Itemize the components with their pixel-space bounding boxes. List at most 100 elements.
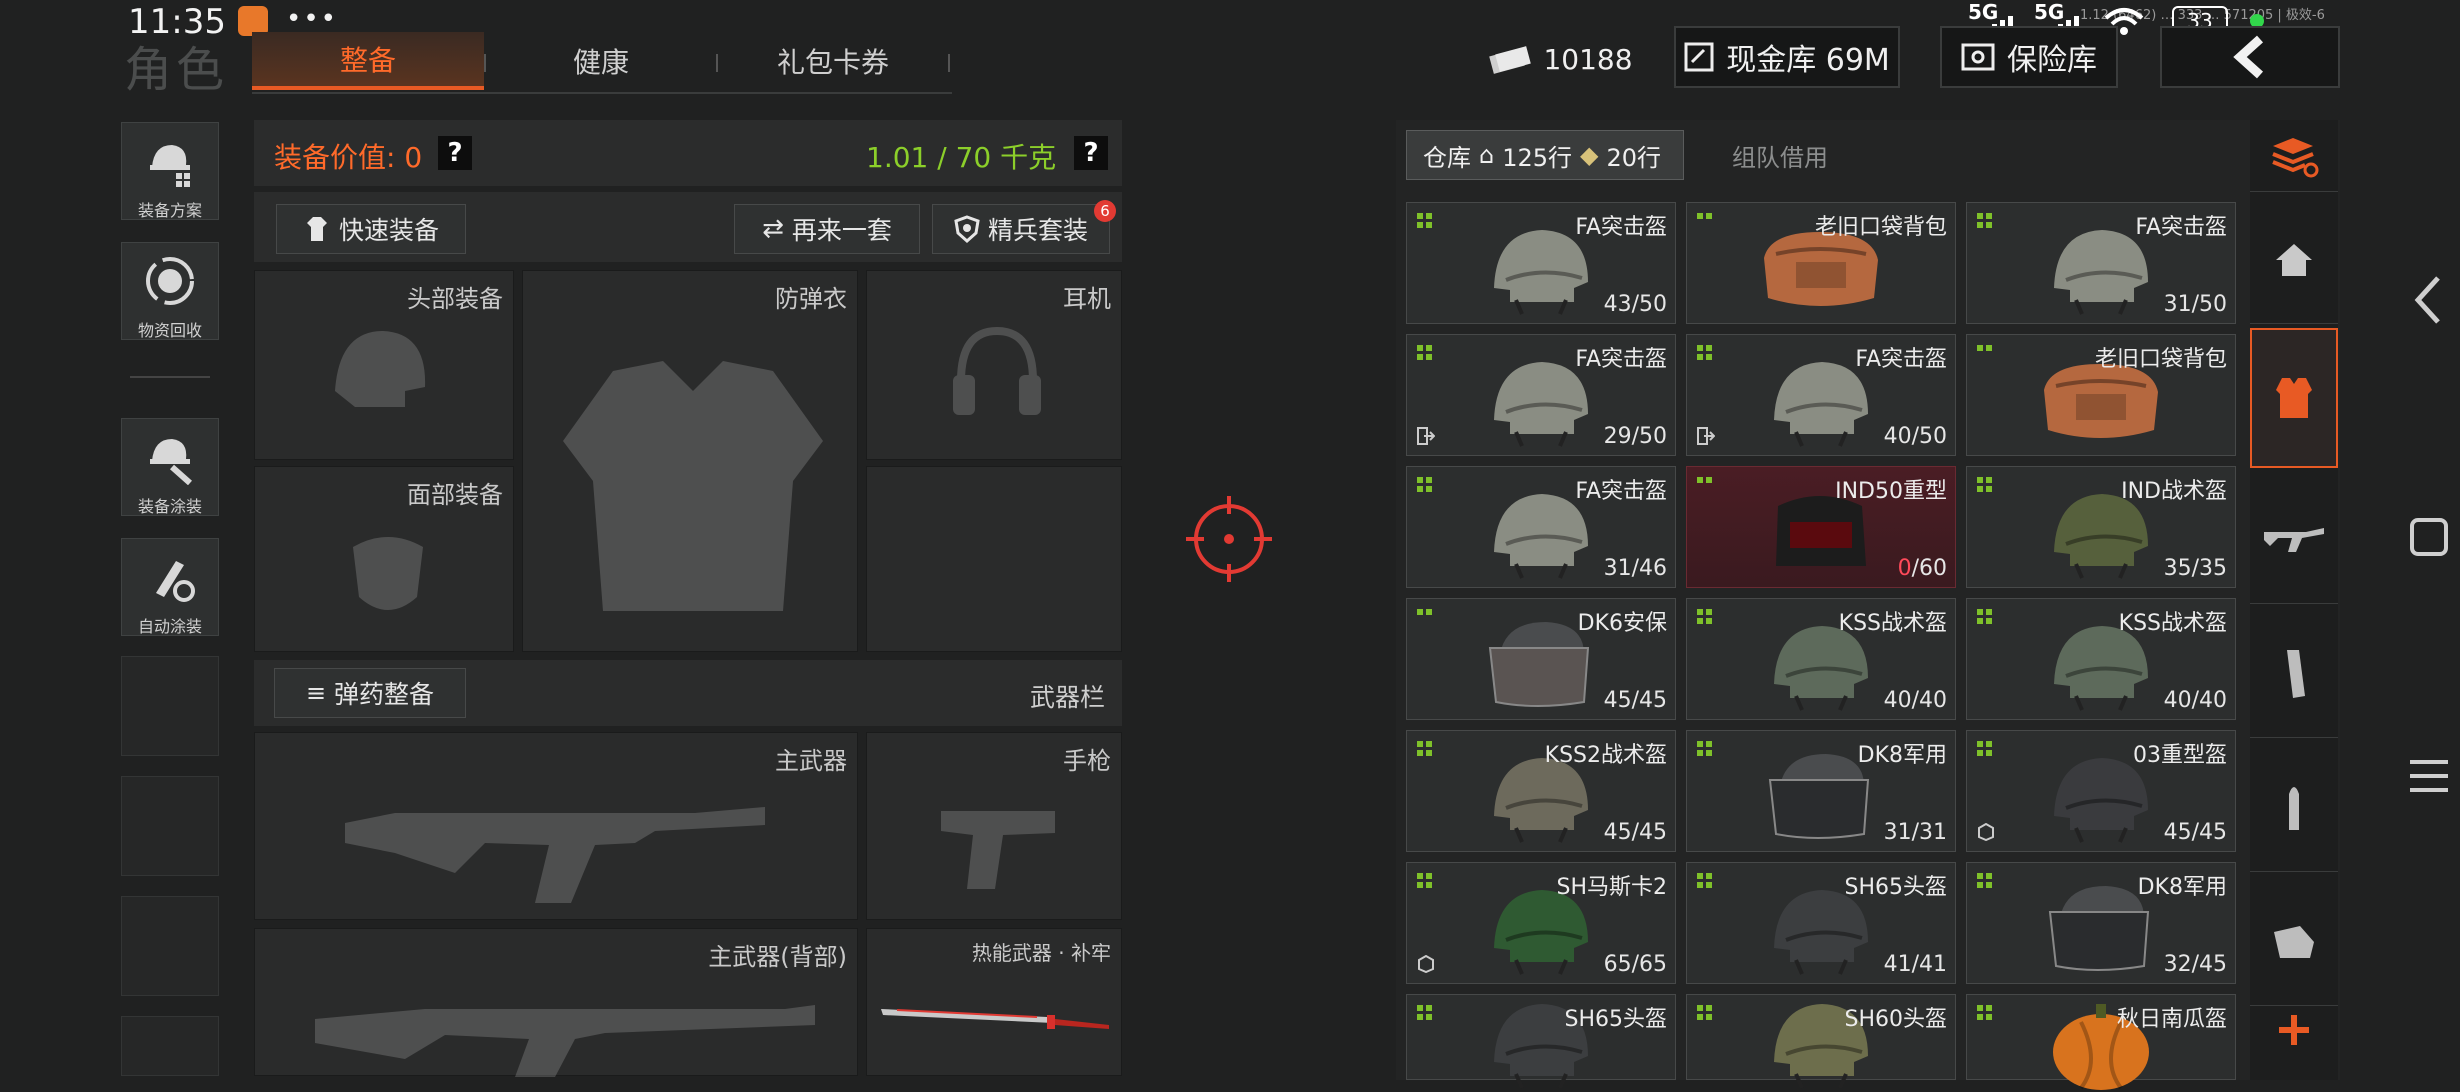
headset-label: 耳机 (1063, 285, 1111, 313)
warehouse-item[interactable]: KSS战术盔 40/40 (1966, 598, 2236, 720)
gas-mask-silhouette-icon (353, 537, 423, 610)
warehouse-item[interactable]: 老旧口袋背包 (1686, 202, 1956, 324)
tab-weapons[interactable] (2250, 476, 2338, 604)
head-gear-slot[interactable]: 头部装备 (254, 270, 514, 460)
item-size-icon (1417, 477, 1433, 493)
back-weapon-slot[interactable]: 主武器(背部) (254, 928, 858, 1077)
item-name: FA突击盔 (1855, 347, 1947, 372)
item-name: DK6安保 (1577, 611, 1667, 636)
tab-health[interactable]: 健康 (486, 32, 716, 90)
nav-paint-label: 装备涂装 (137, 497, 202, 516)
warehouse-item[interactable]: SH60头盔 (1686, 994, 1956, 1089)
item-durability: 65/65 (1603, 952, 1667, 977)
tab-equipment[interactable]: 整备 (252, 32, 484, 90)
item-size-icon (1977, 345, 1993, 361)
warehouse-tab[interactable]: 仓库 ⌂ 125行 ◆ 20行 (1406, 130, 1684, 180)
melee-weapon-slot[interactable]: 热能武器 · 补牢 (866, 928, 1122, 1076)
warehouse-item[interactable]: KSS2战术盔 45/45 (1406, 730, 1676, 852)
ammo-equip-button[interactable]: ≡ 弹药整备 (274, 668, 466, 718)
warehouse-item[interactable]: IND50重型 0/60 (1686, 466, 1956, 588)
item-size-icon (1697, 609, 1713, 625)
warehouse-item[interactable]: 老旧口袋背包 (1966, 334, 2236, 456)
ammo-icon: ≡ (305, 679, 327, 707)
item-name: 秋日南瓜盔 (2116, 1007, 2227, 1032)
warehouse-item[interactable]: SH马斯卡2 65/65 (1406, 862, 1676, 984)
primary-weapon-slot[interactable]: 主武器 (254, 732, 858, 920)
item-size-icon (1977, 477, 1993, 493)
tab-all-items[interactable] (2250, 196, 2338, 324)
warehouse-item[interactable]: DK6安保 45/45 (1406, 598, 1676, 720)
warehouse-item[interactable]: FA突击盔 31/46 (1406, 466, 1676, 588)
body-armor-slot[interactable]: 防弹衣 (522, 270, 858, 652)
equip-again-label: 再来一套 (791, 216, 892, 245)
tab-ammo[interactable] (2250, 744, 2338, 872)
weight-help-button[interactable]: ? (1074, 136, 1108, 170)
elite-set-badge: 6 (1094, 200, 1116, 222)
back-weapon-label: 主武器(背部) (708, 943, 847, 971)
item-name: SH65头盔 (1844, 875, 1947, 900)
warehouse-item[interactable]: IND战术盔 35/35 (1966, 466, 2236, 588)
elite-set-button[interactable]: 精兵套装 (932, 204, 1110, 254)
tab-divider (948, 54, 950, 72)
system-home-icon[interactable] (2410, 518, 2448, 556)
headset-slot[interactable]: 耳机 (866, 270, 1122, 460)
item-size-icon (1417, 345, 1433, 361)
cash-vault-icon (1684, 42, 1714, 72)
warehouse-item[interactable]: DK8军用 31/31 (1686, 730, 1956, 852)
face-gear-slot[interactable]: 面部装备 (254, 466, 514, 652)
system-menu-icon[interactable] (2408, 756, 2450, 796)
add-tab[interactable] (2250, 990, 2338, 1070)
tab-gift-cards[interactable]: 礼包卡券 (718, 32, 948, 90)
header-underline (252, 92, 952, 94)
box-icon (1417, 954, 1435, 974)
item-durability: 29/50 (1603, 424, 1667, 449)
warehouse-item[interactable]: FA突击盔 29/50 (1406, 334, 1676, 456)
pistol-label: 手枪 (1063, 747, 1111, 775)
tab-armor[interactable] (2250, 328, 2338, 468)
nav-auto-paint[interactable]: 自动涂装 (121, 538, 219, 636)
tab-magazines[interactable] (2250, 610, 2338, 738)
nav-paint[interactable]: 装备涂装 (121, 418, 219, 516)
elite-set-label: 精兵套装 (987, 216, 1088, 245)
item-size-icon (1977, 609, 1993, 625)
quick-equip-button[interactable]: 快速装备 (276, 204, 466, 254)
item-name: FA突击盔 (1575, 479, 1667, 504)
team-borrow-tab[interactable]: 组队借用 (1688, 130, 1872, 180)
warehouse-item[interactable]: DK8军用 32/45 (1966, 862, 2236, 984)
warehouse-item[interactable]: 秋日南瓜盔 (1966, 994, 2236, 1090)
warehouse-item[interactable]: FA突击盔 40/50 (1686, 334, 1956, 456)
money-display[interactable]: 10188 (1486, 34, 1636, 84)
warehouse-tag-rows: 20行 (1606, 143, 1662, 172)
item-size-icon (1697, 477, 1713, 493)
item-name: SH马斯卡2 (1556, 875, 1667, 900)
insurance-vault-button[interactable]: 保险库 (1940, 26, 2118, 88)
system-back-icon[interactable] (2412, 274, 2444, 326)
value-help-button[interactable]: ? (438, 136, 472, 170)
cash-vault-button[interactable]: 现金库 69M (1674, 26, 1900, 88)
warehouse-item[interactable]: 03重型盔 45/45 (1966, 730, 2236, 852)
pistol-silhouette-icon (941, 811, 1055, 889)
warehouse-item[interactable]: SH65头盔 41/41 (1686, 862, 1956, 984)
ammo-icon (2289, 786, 2299, 830)
nav-loadout-plan-label: 装备方案 (137, 201, 202, 220)
ammo-equip-label: 弹药整备 (334, 680, 435, 709)
warehouse-item[interactable]: KSS战术盔 40/40 (1686, 598, 1956, 720)
warehouse-item[interactable]: FA突击盔 31/50 (1966, 202, 2236, 324)
back-button[interactable] (2160, 26, 2340, 88)
tab-equipment-gear[interactable] (2250, 878, 2338, 1006)
item-durability: 45/45 (2163, 820, 2227, 845)
equip-again-button[interactable]: ⇄ 再来一套 (734, 204, 920, 254)
warehouse-item[interactable]: SH65头盔 (1406, 994, 1676, 1089)
item-durability: 45/45 (1603, 820, 1667, 845)
nav-loadout-plan[interactable]: 装备方案 (121, 122, 219, 220)
item-durability: 0/60 (1897, 556, 1947, 581)
tab-health-label: 健康 (572, 46, 629, 79)
pistol-slot[interactable]: 手枪 (866, 732, 1122, 920)
rifle-icon (2264, 527, 2324, 552)
extra-slot[interactable] (866, 466, 1122, 652)
sort-tab[interactable] (2250, 120, 2338, 192)
warehouse-item[interactable]: FA突击盔 43/50 (1406, 202, 1676, 324)
item-size-icon (1977, 1005, 1993, 1021)
item-durability: 45/45 (1603, 688, 1667, 713)
nav-recycle[interactable]: 物资回收 (121, 242, 219, 340)
